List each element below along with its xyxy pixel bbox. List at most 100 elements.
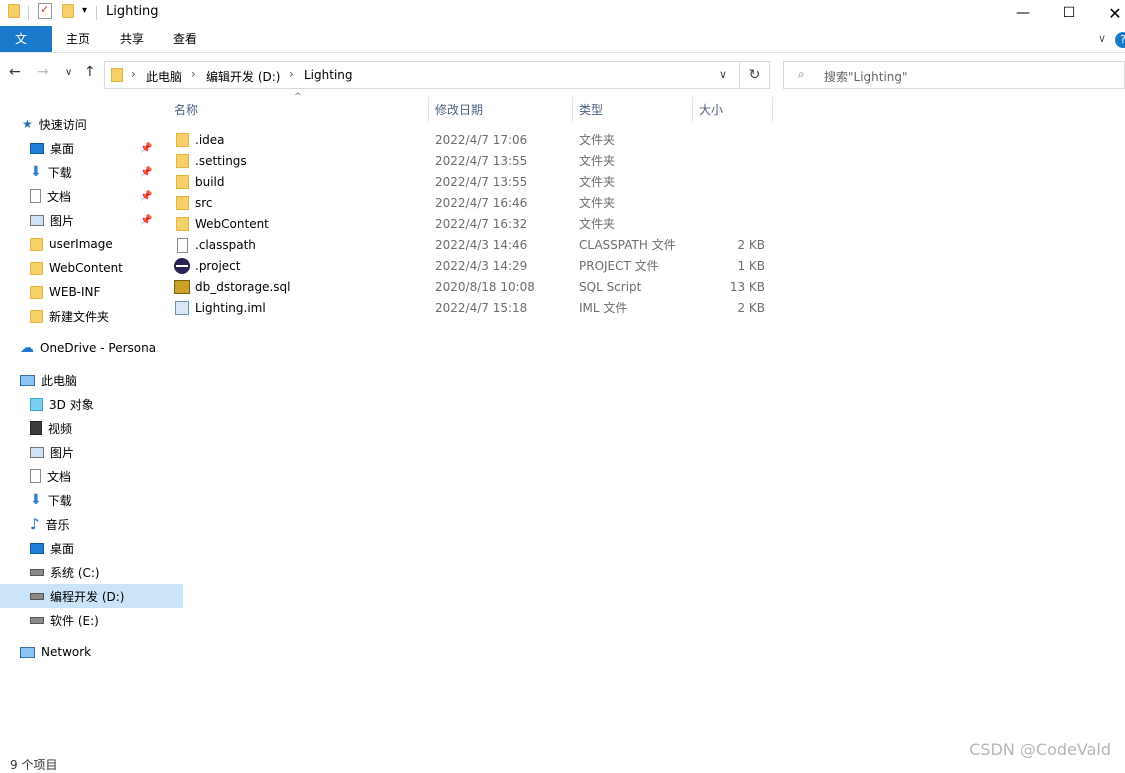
file-type: 文件夹: [579, 175, 616, 189]
file-type: 文件夹: [579, 154, 616, 168]
file-date: 2022/4/3 14:29: [435, 259, 528, 273]
tab-file[interactable]: 文件: [0, 26, 52, 72]
file-date: 2020/8/18 10:08: [435, 280, 535, 294]
tab-view[interactable]: 查看: [159, 26, 211, 52]
file-date: 2022/4/7 13:55: [435, 154, 528, 168]
breadcrumb-this-pc[interactable]: 此电脑: [146, 68, 182, 85]
search-box[interactable]: ⌕ 搜索"Lighting": [783, 61, 1125, 89]
chevron-down-icon[interactable]: ∨: [719, 68, 727, 81]
folder-icon: [176, 133, 189, 147]
search-placeholder: 搜索"Lighting": [824, 70, 908, 84]
chevron-right-icon[interactable]: ›: [131, 67, 136, 81]
file-type: SQL Script: [579, 280, 642, 294]
chevron-right-icon[interactable]: ›: [289, 67, 294, 81]
pin-icon[interactable]: 📌: [140, 167, 152, 178]
file-type: 文件夹: [579, 133, 616, 147]
column-size[interactable]: 大小: [699, 98, 723, 126]
file-type: 文件夹: [579, 196, 616, 210]
file-row[interactable]: Lighting.iml 2022/4/7 15:18 IML 文件 2 KB: [170, 298, 770, 319]
eclipse-icon: [174, 258, 190, 274]
search-icon: ⌕: [798, 67, 805, 81]
window-title: Lighting: [106, 4, 159, 19]
folder-icon: [30, 285, 43, 299]
file-row[interactable]: .idea 2022/4/7 17:06 文件夹: [170, 130, 770, 151]
address-bar[interactable]: › 此电脑 › 编辑开发 (D:) › Lighting ∨: [104, 61, 740, 89]
help-icon[interactable]: ?: [1115, 32, 1125, 48]
maximize-button[interactable]: ☐: [1046, 0, 1092, 26]
file-row[interactable]: build 2022/4/7 13:55 文件夹: [170, 172, 770, 193]
computer-icon: [20, 374, 35, 386]
column-date[interactable]: 修改日期: [435, 98, 483, 126]
nav-onedrive[interactable]: ☁ OneDrive - Persona: [0, 336, 175, 360]
sql-icon: [174, 280, 190, 294]
chevron-right-icon[interactable]: ›: [191, 67, 196, 81]
folder-icon: [8, 4, 20, 18]
watermark: CSDN @CodeVald: [969, 740, 1111, 759]
file-date: 2022/4/7 16:46: [435, 196, 528, 210]
column-divider[interactable]: [428, 97, 429, 123]
file-row[interactable]: .settings 2022/4/7 13:55 文件夹: [170, 151, 770, 172]
recent-locations-icon[interactable]: ∨: [65, 67, 72, 78]
file-name: .classpath: [195, 238, 256, 252]
back-button[interactable]: ←: [9, 64, 21, 80]
file-size: 2 KB: [737, 301, 765, 315]
network-icon: [20, 646, 35, 658]
column-divider[interactable]: [692, 97, 693, 123]
breadcrumb-drive[interactable]: 编辑开发 (D:): [206, 68, 280, 85]
close-button[interactable]: ✕: [1092, 0, 1125, 26]
file-size: 2 KB: [737, 238, 765, 252]
music-icon: ♪: [30, 515, 40, 533]
folder-icon: [176, 196, 189, 210]
pin-icon[interactable]: 📌: [140, 215, 152, 226]
star-icon: ★: [22, 117, 33, 131]
column-name[interactable]: 名称: [174, 98, 198, 126]
file-row[interactable]: .classpath 2022/4/3 14:46 CLASSPATH 文件 2…: [170, 235, 770, 256]
folder-icon: [30, 237, 43, 251]
pin-icon[interactable]: 📌: [140, 143, 152, 154]
nav-this-pc[interactable]: 此电脑: [0, 368, 175, 392]
folder-icon: [176, 154, 189, 168]
tab-share[interactable]: 共享: [106, 26, 158, 52]
file-date: 2022/4/7 13:55: [435, 175, 528, 189]
nav-quick-access[interactable]: ★ 快速访问: [0, 112, 177, 136]
title-bar: ✓ ▾ Lighting — ☐ ✕: [0, 0, 1125, 26]
navigation-pane: ★ 快速访问 桌面 📌 ⬇ 下载 📌 文档 📌 图片 📌 userImage W…: [0, 110, 183, 750]
drive-icon: [30, 616, 44, 624]
file-row[interactable]: src 2022/4/7 16:46 文件夹: [170, 193, 770, 214]
file-date: 2022/4/3 14:46: [435, 238, 528, 252]
file-name: db_dstorage.sql: [195, 280, 291, 294]
minimize-button[interactable]: —: [1000, 0, 1046, 26]
column-divider[interactable]: [572, 97, 573, 123]
file-row[interactable]: .project 2022/4/3 14:29 PROJECT 文件 1 KB: [170, 256, 770, 277]
folder-icon: [30, 309, 43, 323]
file-type: IML 文件: [579, 301, 628, 315]
drive-icon: [30, 568, 44, 576]
pin-icon[interactable]: 📌: [140, 191, 152, 202]
file-date: 2022/4/7 17:06: [435, 133, 528, 147]
divider: [28, 6, 29, 20]
file-date: 2022/4/7 16:32: [435, 217, 528, 231]
address-row: ← → ∨ ↑ › 此电脑 › 编辑开发 (D:) › Lighting ∨ ↻…: [0, 56, 1125, 92]
drive-icon: [30, 592, 44, 600]
properties-icon[interactable]: ✓: [38, 3, 52, 19]
ribbon-expand-icon[interactable]: ∨: [1098, 32, 1106, 45]
ribbon: 文件 主页 共享 查看 ∨ ?: [0, 26, 1125, 72]
file-row[interactable]: db_dstorage.sql 2020/8/18 10:08 SQL Scri…: [170, 277, 770, 298]
new-folder-icon[interactable]: [62, 4, 74, 18]
file-type: 文件夹: [579, 217, 616, 231]
chevron-down-icon[interactable]: ▾: [82, 5, 87, 16]
divider: [96, 6, 97, 20]
nav-network[interactable]: Network: [0, 640, 175, 664]
breadcrumb-current[interactable]: Lighting: [304, 68, 353, 82]
forward-button[interactable]: →: [37, 64, 49, 80]
file-type: PROJECT 文件: [579, 259, 659, 273]
download-icon: ⬇: [30, 492, 42, 508]
video-icon: [30, 421, 42, 435]
tab-home[interactable]: 主页: [52, 26, 104, 52]
up-button[interactable]: ↑: [84, 64, 96, 80]
file-name: .idea: [195, 133, 225, 147]
column-divider[interactable]: [772, 97, 773, 123]
file-row[interactable]: WebContent 2022/4/7 16:32 文件夹: [170, 214, 770, 235]
column-type[interactable]: 类型: [579, 98, 603, 126]
refresh-button[interactable]: ↻: [740, 61, 770, 89]
